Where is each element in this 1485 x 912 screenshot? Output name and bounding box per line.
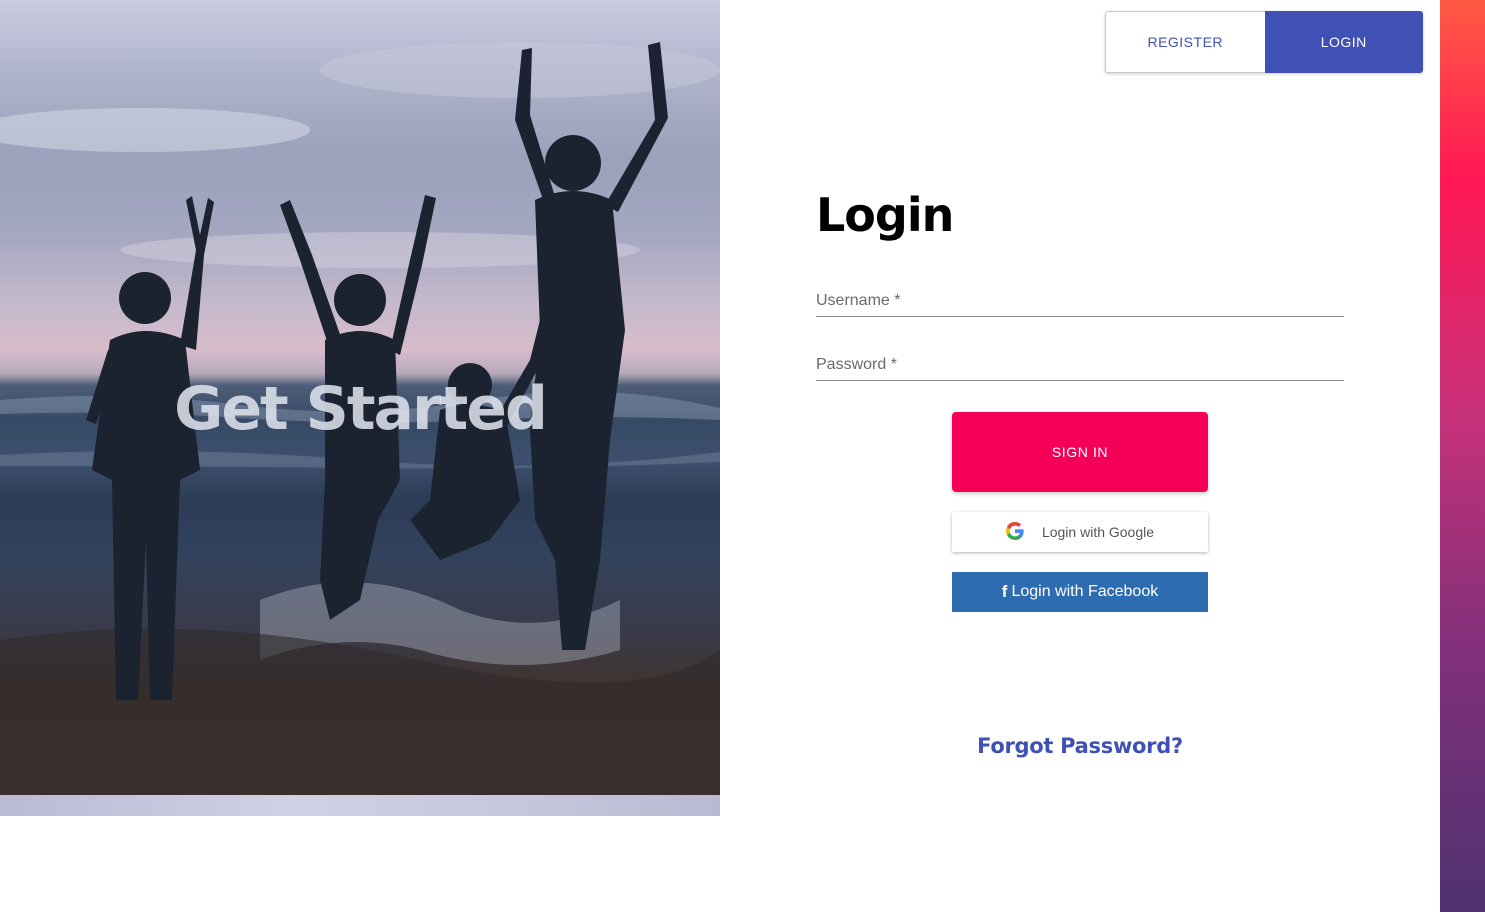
register-tab-button[interactable]: REGISTER bbox=[1105, 11, 1265, 73]
sign-in-button[interactable]: SIGN IN bbox=[952, 412, 1208, 492]
password-input[interactable] bbox=[816, 350, 1348, 382]
google-login-label: Login with Google bbox=[1041, 524, 1155, 540]
decorative-gradient-bar bbox=[1440, 0, 1485, 912]
auth-mode-toggle: REGISTER LOGIN bbox=[1105, 11, 1423, 73]
sign-in-label: SIGN IN bbox=[1051, 444, 1109, 460]
login-page: Get Started REGISTER LOGIN Login Usernam… bbox=[0, 0, 1485, 912]
form-title: Login bbox=[816, 188, 954, 242]
login-tab-button[interactable]: LOGIN bbox=[1264, 11, 1423, 73]
hero-image-bottom-strip bbox=[0, 795, 720, 816]
hero-image: Get Started bbox=[0, 0, 720, 795]
facebook-icon: f bbox=[1001, 582, 1008, 601]
facebook-login-button[interactable]: f Login with Facebook bbox=[952, 572, 1208, 612]
google-login-button[interactable]: Login with Google bbox=[952, 512, 1208, 552]
username-field[interactable]: Username * bbox=[816, 286, 1348, 318]
password-field[interactable]: Password * bbox=[816, 350, 1348, 382]
google-icon bbox=[1005, 521, 1024, 543]
facebook-login-label: Login with Facebook bbox=[1011, 583, 1159, 600]
username-input[interactable] bbox=[816, 286, 1348, 318]
hero-title: Get Started bbox=[174, 374, 548, 444]
forgot-password-link[interactable]: Forgot Password? bbox=[952, 734, 1208, 758]
